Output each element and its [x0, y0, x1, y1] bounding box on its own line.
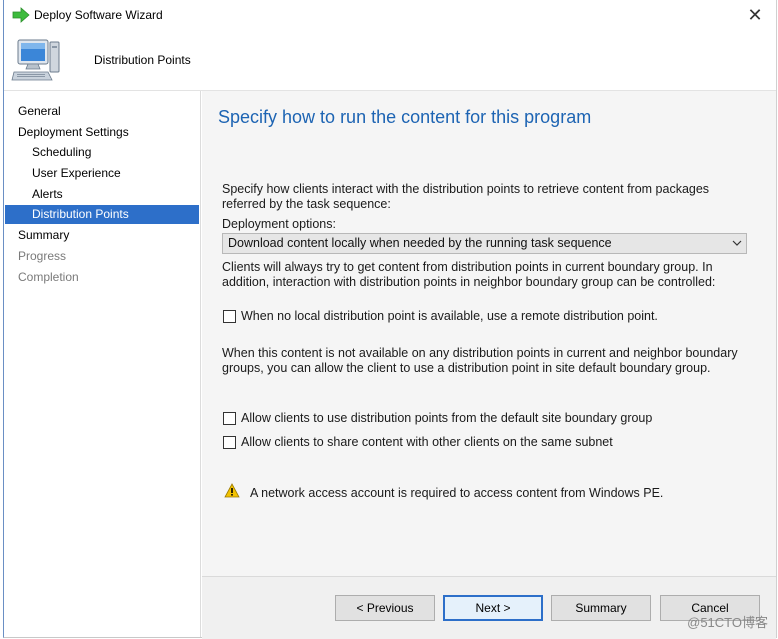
window-title: Deploy Software Wizard	[34, 8, 163, 22]
deployment-options-label: Deployment options:	[222, 217, 336, 231]
wizard-window: Deploy Software Wizard ✕ Distribution Po…	[3, 0, 777, 639]
default-group-info-text: When this content is not available on an…	[222, 346, 738, 375]
intro-text: Specify how clients interact with the di…	[222, 182, 710, 211]
next-button[interactable]: Next >	[443, 595, 543, 621]
nav-item-distribution-points[interactable]: Distribution Points	[5, 205, 199, 224]
title-bar: Deploy Software Wizard ✕	[4, 0, 776, 30]
default-site-group-checkbox[interactable]	[223, 412, 236, 425]
summary-button[interactable]: Summary	[551, 595, 651, 621]
computer-icon	[11, 39, 60, 81]
nav-item-scheduling[interactable]: Scheduling	[5, 143, 199, 162]
green-arrow-icon	[12, 7, 30, 23]
default-site-group-label: Allow clients to use distribution points…	[241, 411, 653, 425]
nav-item-deployment-settings[interactable]: Deployment Settings	[5, 123, 199, 142]
close-button[interactable]: ✕	[740, 2, 770, 28]
wizard-header: Distribution Points	[4, 30, 776, 91]
nav-item-alerts[interactable]: Alerts	[5, 185, 199, 204]
share-subnet-checkbox[interactable]	[223, 436, 236, 449]
deployment-options-value: Download content locally when needed by …	[228, 236, 612, 250]
nav-item-general[interactable]: General	[5, 102, 199, 121]
boundary-info-text: Clients will always try to get content f…	[222, 260, 716, 289]
deployment-options-select[interactable]: Download content locally when needed by …	[222, 233, 747, 254]
remote-dp-checkbox[interactable]	[223, 310, 236, 323]
header-page-name: Distribution Points	[94, 53, 191, 67]
previous-button[interactable]: < Previous	[335, 595, 435, 621]
remote-dp-label: When no local distribution point is avai…	[241, 309, 658, 323]
warning-icon	[224, 483, 240, 498]
nav-item-progress: Progress	[18, 249, 67, 263]
chevron-down-icon	[732, 240, 742, 246]
nav-item-completion: Completion	[18, 270, 79, 284]
nav-item-summary[interactable]: Summary	[5, 226, 199, 245]
share-subnet-label: Allow clients to share content with othe…	[241, 435, 613, 449]
warning-text: A network access account is required to …	[250, 486, 664, 500]
nav-item-user-experience[interactable]: User Experience	[5, 164, 199, 183]
watermark: @51CTO博客	[687, 615, 768, 630]
page-title: Specify how to run the content for this …	[218, 107, 592, 127]
wizard-nav: General Deployment Settings Scheduling U…	[4, 91, 201, 637]
content-pane: Specify how to run the content for this …	[202, 91, 776, 639]
